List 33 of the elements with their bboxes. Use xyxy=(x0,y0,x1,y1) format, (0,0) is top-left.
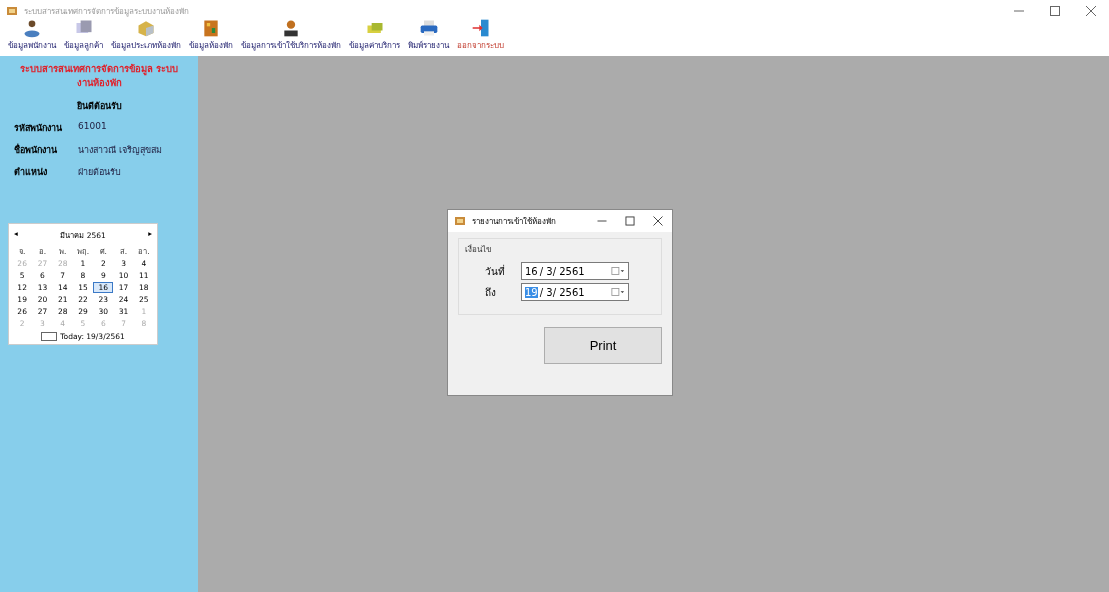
app-icon xyxy=(6,5,18,17)
app-icon xyxy=(454,215,466,227)
calendar-dropdown-icon xyxy=(611,266,625,276)
sidebar-title: ระบบสารสนเทศการจัดการข้อมูล ระบบงานห้องพัก xyxy=(18,62,180,91)
print-button[interactable]: Print xyxy=(544,327,662,364)
field-value: นางสาวณี เจริญสุขสม xyxy=(78,143,162,157)
dialog-title: รายงานการเข้าใช้ห้องพัก xyxy=(472,215,556,228)
date-picker[interactable]: 19 / 3/ 2561 xyxy=(521,283,629,301)
toolbar-button[interactable]: ข้อมูลค่าบริการ xyxy=(347,18,402,52)
toolbar-button[interactable]: ออกจากระบบ xyxy=(455,18,506,52)
toolbar-button[interactable]: ข้อมูลพนักงาน xyxy=(6,18,58,52)
toolbar-button[interactable]: พิมพ์รายงาน xyxy=(406,18,451,52)
field-label: รหัสพนักงาน xyxy=(14,121,63,135)
toolbar-button[interactable]: ข้อมูลการเข้าใช้บริการห้องพัก xyxy=(239,18,343,52)
field-value: ฝ่ายต้อนรับ xyxy=(78,165,121,179)
person-icon xyxy=(281,18,301,38)
group-label: เงื่อนไข xyxy=(465,243,492,256)
date-label: ถึง xyxy=(485,285,497,300)
field-label: ตำแหน่ง xyxy=(14,165,48,179)
window-title: ระบบสารสนเทศการจัดการข้อมูลระบบงานห้องพัก xyxy=(24,5,189,18)
today-marker-icon xyxy=(41,331,58,341)
welcome-label: ยินดีต้อนรับ xyxy=(75,99,123,113)
field-label: ชื่อพนักงาน xyxy=(14,142,58,157)
door-arrow-icon xyxy=(470,18,491,38)
calendar-dropdown-icon xyxy=(611,287,625,297)
toolbar-button[interactable]: ข้อมูลห้องพัก xyxy=(187,18,235,52)
date-picker[interactable]: 16 / 3/ 2561 xyxy=(521,262,629,280)
date-label: วันที่ xyxy=(485,263,506,279)
field-value: 61001 xyxy=(78,120,107,133)
toolbar-button[interactable]: ข้อมูลลูกค้า xyxy=(62,18,105,52)
toolbar-button[interactable]: ข้อมูลประเภทห้องพัก xyxy=(109,18,183,52)
person-icon xyxy=(22,18,42,38)
printer-icon xyxy=(418,18,439,38)
